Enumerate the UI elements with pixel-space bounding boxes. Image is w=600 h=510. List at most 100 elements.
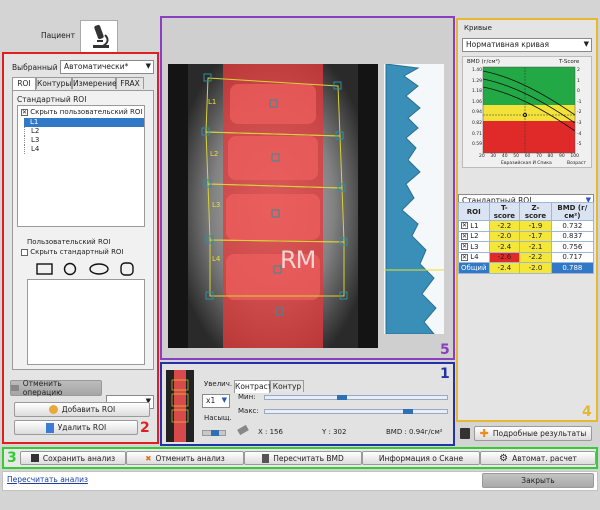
circle-shape-icon[interactable]	[63, 262, 77, 276]
y-tick: 1.40	[471, 68, 482, 73]
cancel-icon: ✖	[145, 453, 152, 463]
table-row-total[interactable]: Общий -2.4 -2.0 0.788	[458, 262, 595, 274]
tab-contrast[interactable]: Контраст	[234, 380, 272, 393]
ellipse-shape-icon[interactable]	[89, 263, 109, 275]
checkbox-checked[interactable]: ✕	[461, 243, 468, 251]
tab-contours[interactable]: Контуры	[36, 77, 72, 89]
book-icon[interactable]	[460, 428, 470, 439]
delete-roi-icon	[45, 422, 54, 433]
add-roi-button[interactable]: Добавить ROI	[14, 402, 150, 417]
hide-std-roi-row[interactable]: Скрыть стандартный ROI	[21, 248, 124, 256]
roi-shape-buttons	[35, 261, 145, 277]
zoom-dropdown[interactable]: x1 ▼	[202, 394, 230, 408]
checkbox-checked[interactable]: ✕	[21, 108, 28, 116]
z-score-cell: -2.2	[519, 251, 552, 263]
save-analysis-button[interactable]: Сохранить анализ	[20, 451, 126, 465]
t-tick: 1	[577, 78, 580, 84]
column-header: BMD (г/см²)	[550, 202, 595, 221]
microscope-tab[interactable]	[80, 20, 118, 52]
cancel-analysis-button[interactable]: ✖ Отменить анализ	[126, 451, 244, 465]
min-slider-thumb[interactable]	[337, 395, 347, 400]
hide-user-roi-label: Скрыть пользовательский ROI	[30, 108, 143, 116]
std-roi-group-label: Стандартный ROI	[17, 95, 87, 104]
results-table: ROI T-score Z-score BMD (г/см²) ✕ L1 -2.…	[458, 202, 595, 274]
table-row[interactable]: ✕ L4 -2.6 -2.2 0.717	[458, 251, 595, 263]
min-slider[interactable]	[264, 395, 448, 400]
tree-item-label: L4	[31, 145, 40, 153]
x-coordinate: X : 156	[258, 428, 283, 436]
t-score-cell: -2.2	[488, 220, 521, 232]
recalculate-bmd-button[interactable]: Пересчитать BMD	[244, 451, 362, 465]
tab-contour[interactable]: Контур	[270, 380, 304, 392]
tree-item-l2[interactable]: L2	[24, 127, 144, 136]
undo-operation-button[interactable]: Отменить операцию	[10, 379, 102, 397]
chart-t-ticks: 2 1 0 -1 -2 -3 -4 -5	[577, 66, 591, 151]
x-tick: 30	[490, 154, 497, 159]
z-score-cell: -1.7	[519, 230, 552, 242]
checkbox-unchecked[interactable]	[21, 248, 28, 256]
y-tick: 1.18	[471, 89, 482, 95]
selected-dropdown[interactable]: Автоматически* ▼	[60, 60, 154, 74]
y-tick: 0.94	[471, 110, 482, 116]
save-analysis-label: Сохранить анализ	[42, 453, 116, 463]
roi-panel: Выбранный Автоматически* ▼ ROI Контуры И…	[2, 52, 159, 444]
plus-icon: ✚	[479, 427, 489, 440]
scan-thumbnail[interactable]	[166, 370, 194, 442]
undo-icon	[11, 385, 19, 391]
spine-scan-image[interactable]	[168, 64, 378, 348]
checkbox-checked[interactable]: ✕	[461, 253, 468, 261]
patient-tab[interactable]: Пациент	[36, 28, 80, 44]
x-tick: 70	[536, 154, 542, 159]
watermark-logo: RM	[280, 246, 316, 274]
reference-curve-plot	[482, 66, 576, 154]
detailed-results-label: Подробные результаты	[492, 429, 587, 438]
tree-item-label: L3	[31, 136, 40, 144]
tab-frax[interactable]: FRAX	[116, 77, 144, 89]
region-number-2: 2	[140, 420, 150, 436]
close-button[interactable]: Закрыть	[482, 473, 594, 488]
roi-cell: ✕ L2	[458, 230, 490, 242]
table-row[interactable]: ✕ L3 -2.4 -2.1 0.756	[458, 241, 595, 253]
tree-item-label: L2	[31, 127, 40, 135]
recalculate-bmd-label: Пересчитать BMD	[273, 453, 344, 463]
checkbox-checked[interactable]: ✕	[461, 222, 468, 230]
chart-x-ticks: 20 30 40 50 60 70 80 90 100	[479, 154, 579, 159]
recalc-analysis-link[interactable]: Пересчитать анализ	[7, 475, 88, 484]
roi-cell: ✕ L3	[458, 241, 490, 253]
chart-reference-label: Евразийская И Спика	[501, 161, 552, 166]
chevron-down-icon: ▼	[583, 40, 589, 48]
roi-name: Общий	[458, 262, 490, 274]
curves-label: Кривые	[464, 24, 492, 32]
scan-image-panel: L1 L2 L3 L4 RM 5	[160, 16, 455, 360]
max-slider[interactable]	[264, 409, 448, 414]
y-tick: 0.82	[471, 120, 482, 126]
column-header: Z-score	[519, 202, 552, 221]
saturation-label: Насыщ.	[204, 414, 232, 422]
table-row[interactable]: ✕ L1 -2.2 -1.9 0.732	[458, 220, 595, 232]
eraser-icon[interactable]	[237, 424, 249, 436]
vertebra-label-l1: L1	[208, 98, 217, 106]
image-controls-panel: Увелич. x1 ▼ Насыщ. Контраст Контур Мин:…	[160, 362, 455, 446]
tree-item-l4[interactable]: L4	[24, 145, 144, 154]
x-tick: 20	[479, 154, 485, 159]
checkbox-checked[interactable]: ✕	[461, 232, 468, 240]
tree-item-l1[interactable]: L1	[24, 118, 144, 127]
selected-label: Выбранный	[12, 63, 58, 72]
t-score-cell: -2.0	[488, 230, 521, 242]
max-slider-thumb[interactable]	[403, 409, 413, 414]
detailed-results-button[interactable]: ✚ Подробные результаты	[474, 426, 592, 441]
auto-calc-button[interactable]: ⚙ Автомат. расчет	[480, 451, 596, 465]
tree-item-l3[interactable]: L3	[24, 136, 144, 145]
table-row[interactable]: ✕ L2 -2.0 -1.7 0.837	[458, 230, 595, 242]
hide-user-roi-row[interactable]: ✕ Скрыть пользовательский ROI	[18, 106, 144, 118]
rectangle-shape-icon[interactable]	[36, 263, 53, 275]
rounded-rect-shape-icon[interactable]	[120, 262, 134, 276]
scan-info-button[interactable]: Информация о Скане	[362, 451, 480, 465]
curve-dropdown[interactable]: Нормативная кривая ▼	[462, 38, 592, 52]
saturation-slider[interactable]	[202, 430, 226, 436]
bmd-cell: 0.717	[550, 251, 595, 263]
tab-measurement[interactable]: Измерение	[72, 77, 117, 89]
saturation-slider-thumb[interactable]	[211, 430, 219, 436]
delete-roi-button[interactable]: Удалить ROI	[14, 420, 138, 435]
tab-roi[interactable]: ROI	[12, 77, 36, 90]
